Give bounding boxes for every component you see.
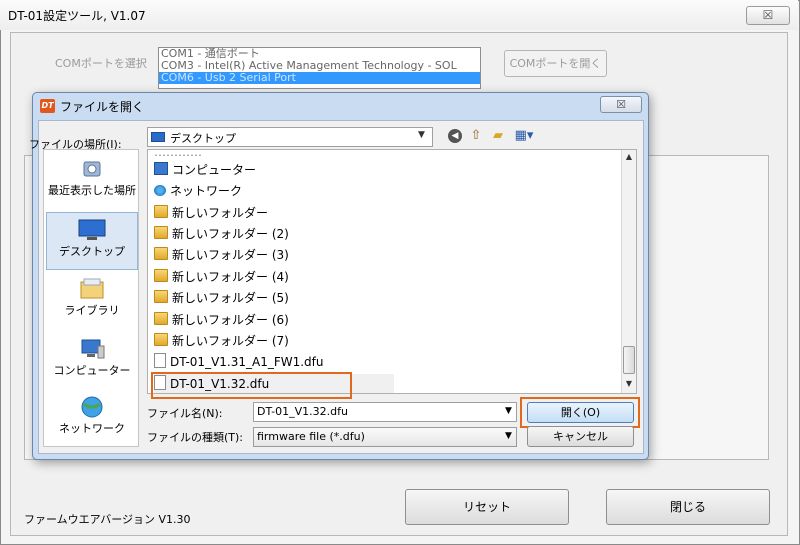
place-network[interactable]: ネットワーク (46, 390, 138, 448)
main-window-title: DT-01設定ツール, V1.07 (8, 9, 146, 23)
up-folder-icon[interactable]: ⇧ (467, 128, 485, 144)
list-item-label: 新しいフォルダー (6) (172, 313, 289, 327)
scroll-up-arrow-icon[interactable]: ▲ (622, 152, 636, 161)
place-label: ライブラリ (64, 304, 120, 317)
file-list[interactable]: ‥‥‥‥‥‥ コンピューター ネットワーク 新しいフォルダー 新しいフォルダー … (147, 149, 637, 394)
list-item[interactable]: ネットワーク (154, 181, 609, 201)
list-item-label: 新しいフォルダー (5) (172, 291, 289, 305)
folder-icon (154, 226, 168, 239)
look-in-dropdown[interactable]: デスクトップ ▼ (147, 127, 433, 147)
place-label: デスクトップ (59, 245, 125, 258)
list-item[interactable]: 新しいフォルダー (4) (154, 267, 609, 287)
list-item[interactable]: 新しいフォルダー (7) (154, 331, 609, 351)
place-label: コンピューター (53, 364, 131, 377)
list-item-label: 新しいフォルダー (7) (172, 334, 289, 348)
list-item[interactable]: 新しいフォルダー (154, 203, 609, 223)
com-port-label: COMポートを選択 (55, 57, 147, 70)
back-icon[interactable]: ◀ (446, 128, 464, 144)
list-item[interactable]: 新しいフォルダー (3) (154, 245, 609, 265)
view-menu-icon[interactable]: ▦▾ (510, 128, 538, 144)
computer-icon (81, 339, 105, 359)
firmware-version-label: ファームウエアバージョン V1.30 (24, 513, 191, 526)
desktop-icon (78, 219, 106, 240)
list-item[interactable]: DT-01_V1.31_A1_FW1.dfu (154, 352, 609, 372)
close-button[interactable]: 閉じる (606, 489, 770, 525)
list-item-label: コンピューター (172, 163, 257, 177)
file-name-input[interactable]: DT-01_V1.32.dfu (253, 402, 517, 422)
file-name-label: ファイル名(N): (147, 407, 223, 420)
network-icon (154, 185, 166, 196)
place-library[interactable]: ライブラリ (46, 272, 138, 330)
place-desktop[interactable]: デスクトップ (46, 212, 138, 270)
new-folder-icon[interactable]: ▰ (489, 128, 507, 144)
scroll-down-arrow-icon[interactable]: ▼ (622, 379, 636, 388)
list-item[interactable]: 新しいフォルダー (2) (154, 224, 609, 244)
recent-places-icon (83, 161, 101, 177)
folder-icon (154, 269, 168, 282)
list-item[interactable]: 新しいフォルダー (6) (154, 310, 609, 330)
place-label: 最近表示した場所 (48, 184, 136, 197)
chevron-down-icon: ▼ (418, 130, 425, 140)
com-port-item-selected[interactable]: COM6 - Usb 2 Serial Port (159, 72, 480, 84)
open-button-highlight (520, 397, 640, 428)
list-item-label: 新しいフォルダー (172, 206, 269, 220)
places-bar: 最近表示した場所 デスクトップ ライブラリ コンピューター ネットワーク (43, 149, 139, 447)
list-item[interactable]: コンピューター (154, 160, 609, 180)
look-in-value: デスクトップ (170, 132, 236, 145)
list-item[interactable]: 新しいフォルダー (5) (154, 288, 609, 308)
com-port-list[interactable]: COM1 - 通信ポート COM3 - Intel(R) Active Mana… (158, 47, 481, 89)
folder-icon (154, 247, 168, 260)
file-type-label: ファイルの種類(T): (147, 431, 244, 444)
computer-icon (154, 162, 168, 175)
folder-icon (154, 312, 168, 325)
list-item-label: 新しいフォルダー (2) (172, 227, 289, 241)
folder-icon (154, 290, 168, 303)
chevron-down-icon[interactable]: ▼ (505, 431, 512, 441)
main-close-button[interactable]: ☒ (746, 6, 790, 25)
desktop-icon (151, 132, 165, 142)
library-icon (80, 278, 104, 299)
app-logo-icon: DT (40, 99, 55, 113)
list-item-label: DT-01_V1.31_A1_FW1.dfu (170, 355, 324, 369)
file-type-select[interactable]: firmware file (*.dfu) (253, 427, 517, 447)
dialog-title: ファイルを開く (60, 100, 145, 114)
list-item-label: 新しいフォルダー (4) (172, 270, 289, 284)
document-icon (154, 353, 166, 368)
place-computer[interactable]: コンピューター (46, 332, 138, 390)
file-list-scrollbar[interactable]: ▲ ▼ (621, 150, 636, 393)
list-item-label: 新しいフォルダー (3) (172, 248, 289, 262)
open-com-port-button[interactable]: COMポートを開く (504, 50, 607, 77)
list-item-label: ネットワーク (170, 184, 243, 198)
scrollbar-thumb[interactable] (623, 346, 635, 374)
folder-icon (154, 205, 168, 218)
folder-icon (154, 333, 168, 346)
chevron-down-icon[interactable]: ▼ (505, 406, 512, 416)
reset-button[interactable]: リセット (405, 489, 569, 525)
dialog-close-button[interactable]: ☒ (600, 96, 642, 113)
cancel-button[interactable]: キャンセル (527, 426, 634, 447)
place-recent[interactable]: 最近表示した場所 (46, 152, 138, 210)
network-icon (81, 396, 103, 418)
place-label: ネットワーク (59, 422, 125, 435)
selected-file-highlight (151, 372, 352, 399)
